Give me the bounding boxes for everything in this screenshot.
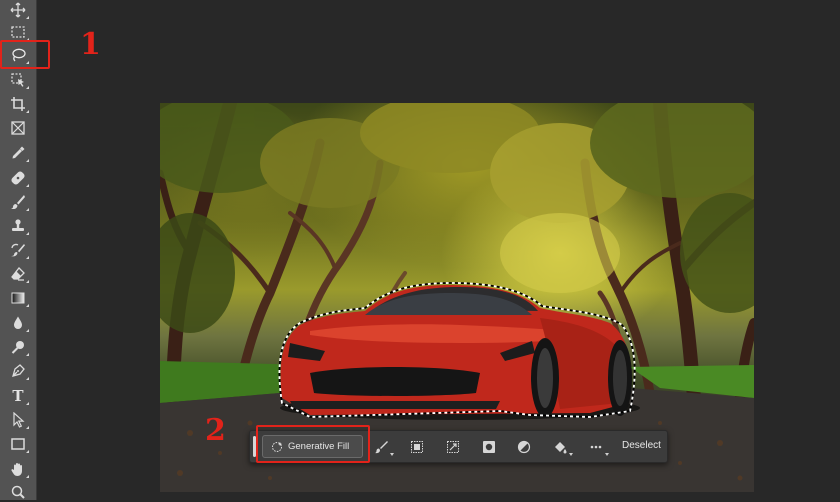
object-selection-tool-button[interactable]: [6, 70, 30, 90]
healing-brush-icon: [11, 171, 25, 185]
tools-panel: T: [0, 0, 37, 500]
transform-selection-icon: [447, 440, 459, 453]
rectangular-marquee-icon: [11, 26, 25, 38]
fill-selection-icon: [555, 441, 567, 453]
blur-icon: [14, 316, 22, 329]
step-2-label: 2: [205, 413, 226, 448]
fill-selection-button[interactable]: [550, 437, 573, 456]
pen-icon: [12, 364, 25, 377]
car: [280, 285, 632, 418]
modify-selection-icon: [375, 440, 388, 453]
splitter: [290, 401, 500, 409]
type-tool-button[interactable]: T: [6, 386, 30, 406]
hand-icon: [11, 463, 22, 476]
blur-tool-button[interactable]: [6, 313, 30, 333]
generative-fill-highlight: [256, 425, 370, 463]
invert-selection-icon: [411, 440, 423, 453]
healing-brush-tool-button[interactable]: [6, 168, 30, 188]
eraser-tool-button[interactable]: [6, 264, 30, 284]
step-1-label: 1: [80, 27, 101, 62]
dodge-tool-button[interactable]: [6, 337, 30, 357]
zoom-icon: [11, 485, 25, 499]
more-options-icon: [590, 445, 602, 448]
frame-tool-button[interactable]: [6, 118, 30, 138]
eyedropper-tool-button[interactable]: [6, 143, 30, 163]
history-brush-tool-button[interactable]: [6, 240, 30, 260]
object-selection-icon: [11, 73, 24, 87]
gradient-icon: [11, 292, 25, 304]
path-selection-icon: [13, 412, 25, 428]
eraser-icon: [11, 267, 25, 281]
more-options-button[interactable]: [586, 437, 609, 456]
crop-tool-button[interactable]: [6, 94, 30, 114]
adjustment-layer-icon: [517, 440, 531, 453]
move-tool-button[interactable]: [6, 0, 30, 20]
modify-selection-button[interactable]: [371, 437, 394, 456]
brush-tool-button[interactable]: [6, 192, 30, 212]
clone-stamp-tool-button[interactable]: [6, 216, 30, 236]
dodge-icon: [11, 341, 24, 354]
lasso-tool-highlight: [0, 40, 50, 69]
create-mask-icon: [483, 440, 495, 453]
move-icon: [10, 2, 26, 18]
crop-icon: [11, 97, 25, 111]
brush-icon: [11, 195, 25, 210]
gradient-tool-button[interactable]: [6, 288, 30, 308]
grille: [310, 367, 480, 396]
history-brush-icon: [11, 243, 25, 257]
zoom-tool-button[interactable]: [6, 482, 30, 502]
marquee-tool-button[interactable]: [6, 22, 30, 42]
eyedropper-icon: [12, 146, 25, 159]
adjustment-layer-button[interactable]: [514, 437, 534, 456]
clone-stamp-icon: [12, 219, 24, 231]
frame-icon: [11, 121, 25, 135]
rectangle-icon: [11, 438, 25, 450]
hand-tool-button[interactable]: [6, 459, 30, 479]
type-icon: T: [12, 387, 24, 405]
rectangle-tool-button[interactable]: [6, 434, 30, 454]
invert-selection-button[interactable]: [407, 437, 427, 456]
path-selection-tool-button[interactable]: [6, 410, 30, 430]
transform-selection-button[interactable]: [443, 437, 463, 456]
create-mask-button[interactable]: [479, 437, 499, 456]
deselect-button[interactable]: Deselect: [622, 440, 661, 451]
pen-tool-button[interactable]: [6, 361, 30, 381]
